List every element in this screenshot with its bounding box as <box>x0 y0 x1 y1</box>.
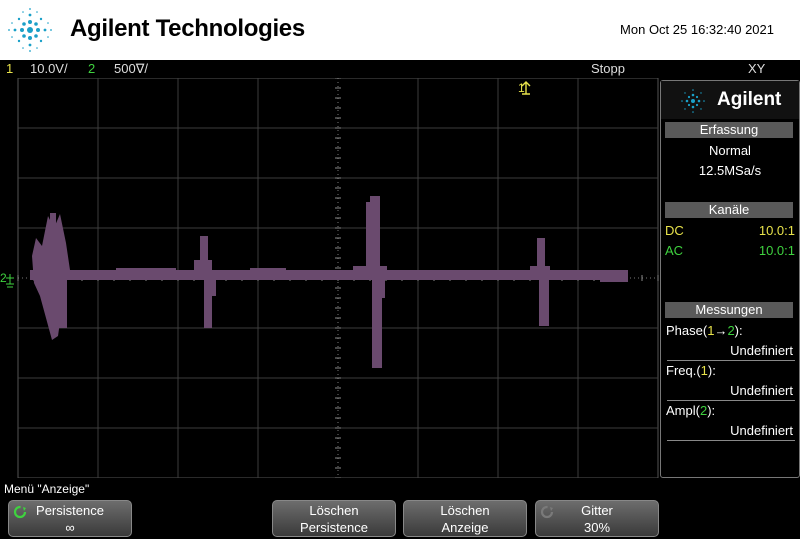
clear-display-softkey[interactable]: Löschen Anzeige <box>403 500 527 537</box>
waveform-trace <box>30 196 628 368</box>
brand-name: Agilent Technologies <box>70 15 305 42</box>
channels-header: Kanäle <box>665 202 793 218</box>
persistence-softkey[interactable]: Persistence ∞ <box>8 500 132 537</box>
side-brand: Agilent <box>717 89 782 110</box>
divider <box>667 360 795 361</box>
softkey-label: Gitter <box>581 503 613 518</box>
measurement-ampl-label: Ampl(2): <box>666 403 716 418</box>
info-panel: Agilent Erfassung Normal 12.5MSa/s Kanäl… <box>660 80 800 478</box>
measurement-freq-label: Freq.(1): <box>666 363 716 378</box>
trigger-level-marker[interactable]: 1 <box>518 81 531 95</box>
channel1-coupling: DC <box>665 223 684 238</box>
divider <box>667 440 795 441</box>
agilent-spark-logo-icon <box>8 8 52 52</box>
softkey-menu: Menü "Anzeige" Persistence ∞ Löschen Per… <box>0 478 800 539</box>
measurement-freq-value: Undefiniert <box>730 383 793 398</box>
side-panel: Agilent Erfassung Normal 12.5MSa/s Kanäl… <box>659 78 800 478</box>
display-mode: XY <box>748 61 766 76</box>
channel-marker-label: 2 <box>0 271 7 285</box>
divider <box>667 400 795 401</box>
softkey-label: Persistence <box>36 503 104 518</box>
measurement-phase-label: Phase(1→2): <box>666 323 743 338</box>
channel1-probe: 10.0:1 <box>758 223 795 238</box>
channel1-scale: 10.0V/ <box>30 61 68 76</box>
datetime: Mon Oct 25 16:32:40 2021 <box>620 22 774 37</box>
softkey-value: 30% <box>583 520 611 535</box>
channel1-number: 1 <box>6 61 14 76</box>
agilent-badge: Agilent <box>661 81 799 119</box>
channel2-probe: 10.0:1 <box>758 243 795 258</box>
channel2-ground-marker[interactable]: 2 <box>0 271 14 288</box>
run-state: Stopp <box>591 61 625 76</box>
clear-persistence-softkey[interactable]: Löschen Persistence <box>272 500 396 537</box>
status-bar: 1 10.0V/ 2 500∇/ Stopp XY <box>0 60 800 78</box>
menu-title: Menü "Anzeige" <box>4 482 90 496</box>
channel2-coupling: AC <box>665 243 684 258</box>
measurement-phase-value: Undefiniert <box>730 343 793 358</box>
softkey-label-line2: Persistence <box>300 520 368 535</box>
grid-intensity-softkey[interactable]: Gitter 30% <box>535 500 659 537</box>
graticule: 1 2 <box>0 78 659 478</box>
softkey-value: ∞ <box>65 520 75 535</box>
softkey-label: Löschen <box>309 503 359 518</box>
measurements-header: Messungen <box>665 302 793 318</box>
waveform-display[interactable]: 1 2 <box>0 78 659 478</box>
acquisition-mode: Normal <box>709 143 751 158</box>
channel2-scale: 500∇/ <box>114 61 148 76</box>
softkey-label: Löschen <box>440 503 490 518</box>
title-bar: Agilent Technologies Mon Oct 25 16:32:40… <box>0 0 800 60</box>
measurement-ampl-value: Undefiniert <box>730 423 793 438</box>
sample-rate: 12.5MSa/s <box>698 163 762 178</box>
agilent-spark-icon <box>681 89 705 113</box>
channel2-number: 2 <box>88 61 96 76</box>
softkey-label-line2: Anzeige <box>441 520 489 535</box>
acquisition-header: Erfassung <box>665 122 793 138</box>
